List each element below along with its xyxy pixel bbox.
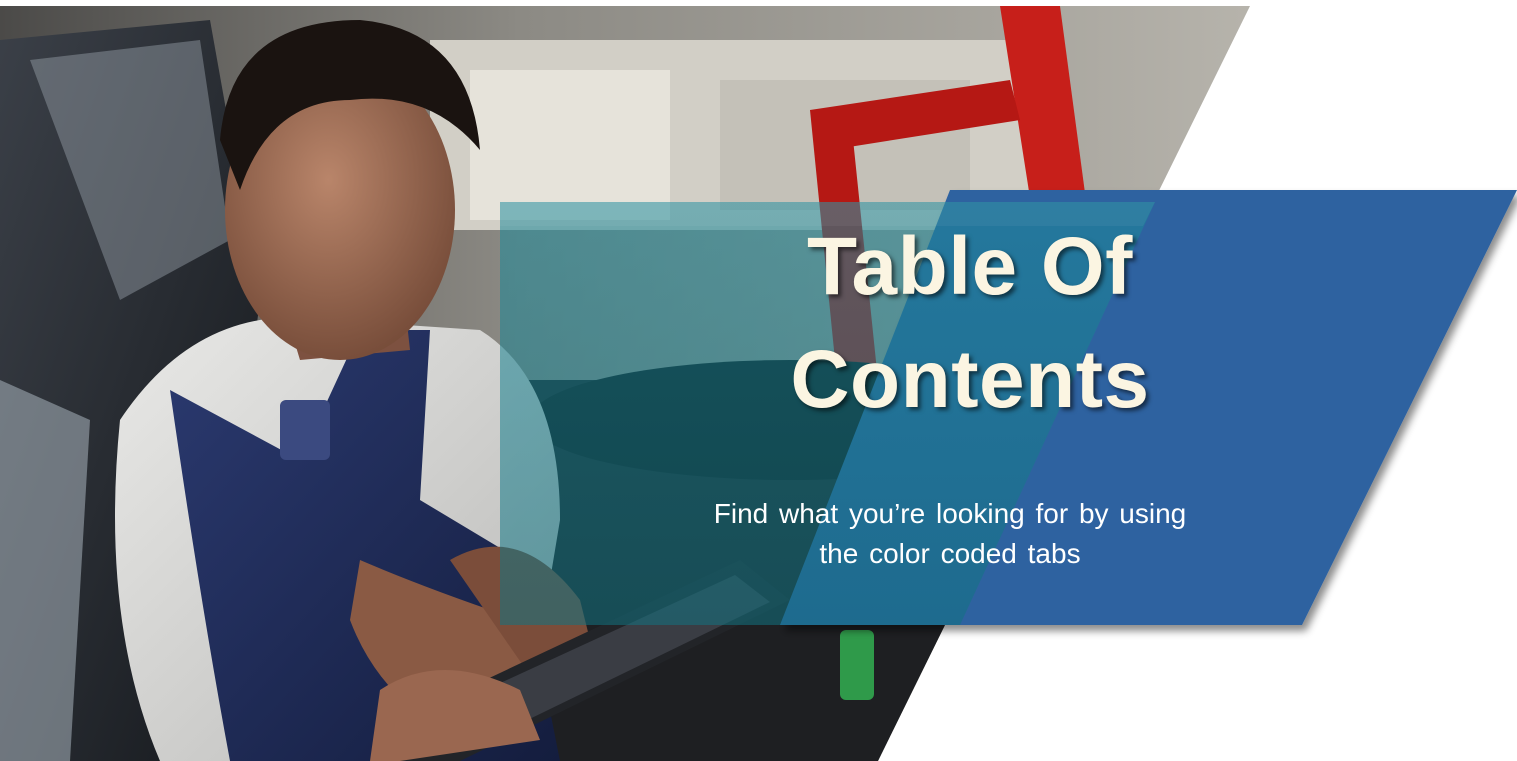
subtitle-line-2: the color coded tabs (819, 538, 1081, 569)
page-title-line-2: Contents (790, 334, 1150, 425)
page-title-line-1: Table Of (807, 221, 1133, 312)
subtitle-line-1: Find what you’re looking for by using (713, 498, 1187, 529)
slide: Table Of Contents Find what you’re looki… (0, 0, 1517, 761)
